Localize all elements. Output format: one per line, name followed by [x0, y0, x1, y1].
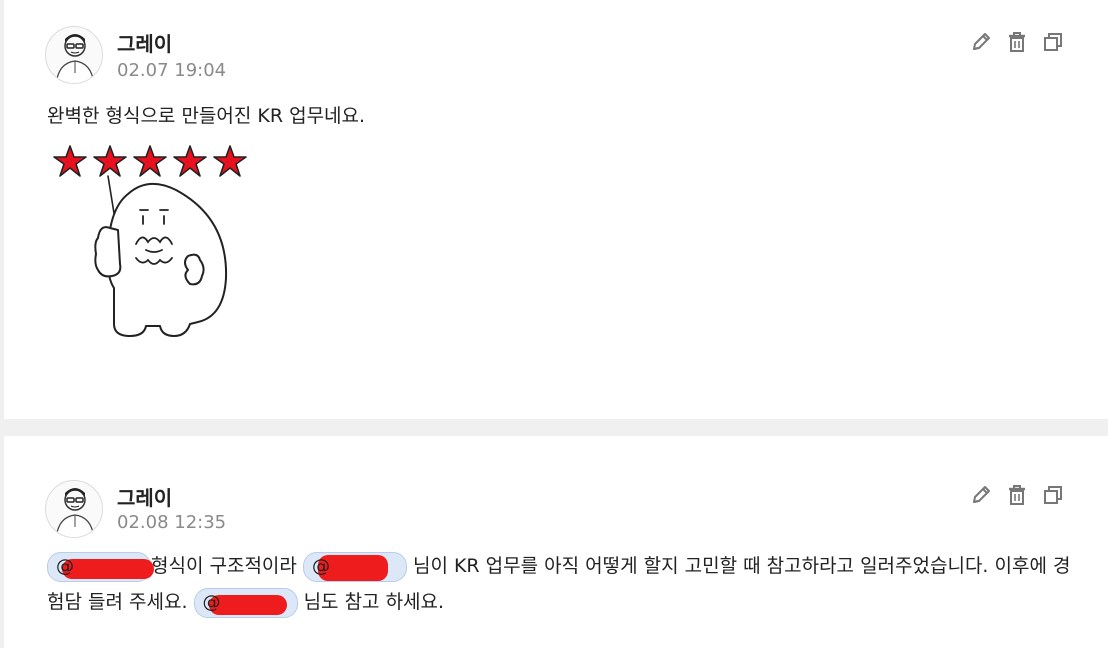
timestamp: 02.08 12:35 — [117, 512, 227, 533]
author-name[interactable]: 그레이 — [117, 482, 172, 511]
star-icon — [213, 145, 247, 177]
trash-icon[interactable] — [1006, 31, 1028, 53]
user-mention[interactable]: @ — [193, 587, 298, 618]
comment-text-segment: 형식이 구조적이라 — [151, 555, 297, 577]
avatar-image — [55, 488, 95, 537]
comment-text-segment: 님도 참고 하세요. — [297, 591, 445, 613]
avatar[interactable] — [45, 26, 103, 84]
star-icon — [93, 145, 127, 177]
comment-text: 완벽한 형식으로 만들어진 KR 업무네요. — [47, 105, 366, 127]
trash-icon[interactable] — [1006, 484, 1028, 506]
pencil-icon[interactable] — [970, 31, 992, 53]
star-icon — [53, 145, 87, 177]
star-icon — [173, 145, 207, 177]
mention-at: @ — [202, 591, 221, 613]
comment-card-1: 그레이 02.07 19:04 완벽한 형식으로 만들어진 KR 업무네요. — [4, 0, 1108, 419]
mention-at: @ — [311, 555, 330, 577]
comment-actions — [970, 31, 1064, 53]
user-mention[interactable]: @ — [47, 551, 154, 582]
user-mention[interactable]: @ — [302, 551, 407, 582]
timestamp: 02.07 19:04 — [117, 60, 227, 81]
copy-icon[interactable] — [1042, 484, 1064, 506]
avatar-image — [55, 34, 95, 83]
mention-at: @ — [56, 555, 74, 577]
redaction-mark — [62, 558, 154, 579]
comment-card-2: 그레이 02.08 12:35 @ 형식이 구조적이라 @ 님이 KR 업무를 아… — [4, 436, 1108, 648]
thumbs-up-sticker — [53, 145, 247, 337]
comment-text: @ 형식이 구조적이라 @ 님이 KR 업무를 아직 어떻게 할지 고민할 때 참… — [47, 548, 1077, 620]
rating-stars — [53, 145, 247, 177]
star-icon — [133, 145, 167, 177]
author-name[interactable]: 그레이 — [117, 28, 172, 57]
copy-icon[interactable] — [1042, 31, 1064, 53]
avatar[interactable] — [45, 480, 103, 538]
pencil-icon[interactable] — [970, 484, 992, 506]
comment-actions — [970, 484, 1064, 506]
